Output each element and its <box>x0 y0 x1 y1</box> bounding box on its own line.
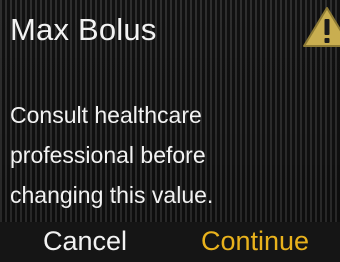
warning-message: Consult healthcare professional before c… <box>10 100 330 220</box>
action-bar: Cancel Continue <box>0 222 340 262</box>
message-line: professional before <box>10 142 206 168</box>
continue-button[interactable]: Continue <box>170 222 340 262</box>
warning-triangle-icon <box>303 7 340 47</box>
message-line: Consult healthcare <box>10 102 202 128</box>
max-bolus-warning-screen: Max Bolus Consult healthcare professiona… <box>0 0 340 262</box>
message-line: changing this value. <box>10 182 214 208</box>
cancel-button[interactable]: Cancel <box>0 222 170 262</box>
screen-title: Max Bolus <box>10 12 157 47</box>
